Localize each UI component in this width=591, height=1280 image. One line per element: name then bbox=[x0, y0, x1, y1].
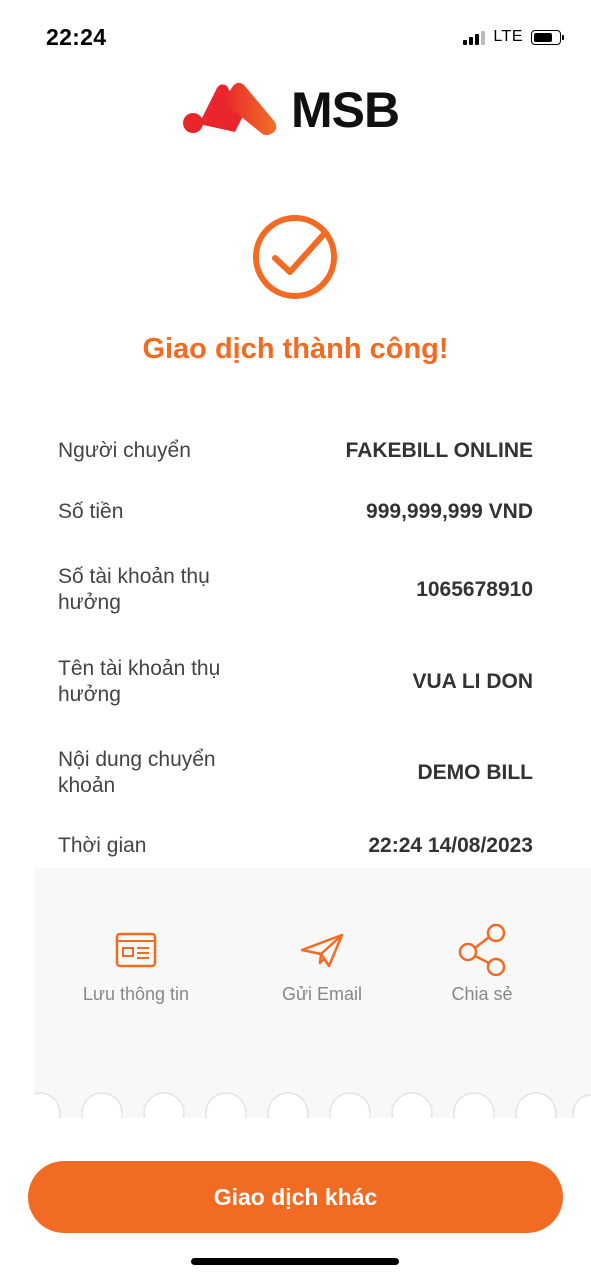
detail-row-beneficiary-name: Tên tài khoản thụ hưởng VUA LI DON bbox=[58, 656, 533, 708]
detail-value: 999,999,999 VND bbox=[366, 500, 533, 523]
msb-logo: MSB bbox=[183, 80, 400, 140]
share-button[interactable]: Chia sẻ bbox=[397, 923, 567, 1005]
signal-icon bbox=[463, 30, 486, 45]
network-label: LTE bbox=[493, 28, 523, 45]
detail-label: Nội dung chuyển khoản bbox=[58, 748, 216, 797]
id-card-icon bbox=[115, 932, 157, 968]
detail-row-beneficiary-account: Số tài khoản thụ hưởng 1065678910 bbox=[58, 564, 533, 616]
send-email-label: Gửi Email bbox=[281, 984, 363, 1004]
detail-row-time: Thời gian 22:24 14/08/2023 bbox=[58, 833, 533, 859]
share-icon bbox=[458, 923, 506, 977]
detail-value: 1065678910 bbox=[416, 578, 533, 601]
detail-label: Số tiền bbox=[58, 500, 124, 523]
detail-label: Thời gian bbox=[58, 834, 147, 857]
msb-logo-mark-icon bbox=[183, 82, 277, 136]
detail-value: FAKEBILL ONLINE bbox=[345, 439, 533, 462]
status-bar: 22:24 LTE bbox=[0, 0, 591, 72]
receipt-scallop-edge bbox=[34, 1092, 591, 1118]
save-info-button[interactable]: Lưu thông tin bbox=[51, 930, 221, 1005]
battery-icon bbox=[531, 29, 564, 45]
success-check-icon bbox=[253, 215, 337, 299]
detail-row-amount: Số tiền 999,999,999 VND bbox=[58, 499, 533, 525]
detail-row-content: Nội dung chuyển khoản DEMO BILL bbox=[58, 747, 533, 799]
detail-value: 22:24 14/08/2023 bbox=[368, 834, 533, 857]
success-title: Giao dịch thành công! bbox=[142, 333, 449, 365]
status-time: 22:24 bbox=[46, 24, 107, 50]
new-transaction-button[interactable]: Giao dịch khác bbox=[28, 1161, 563, 1233]
share-label: Chia sẻ bbox=[451, 984, 513, 1004]
paper-plane-icon bbox=[300, 933, 344, 968]
detail-value: DEMO BILL bbox=[417, 761, 534, 784]
detail-label: Số tài khoản thụ hưởng bbox=[58, 565, 210, 614]
detail-label: Người chuyển bbox=[58, 439, 191, 462]
detail-row-sender: Người chuyển FAKEBILL ONLINE bbox=[58, 438, 533, 464]
detail-label: Tên tài khoản thụ hưởng bbox=[58, 657, 221, 706]
home-indicator[interactable] bbox=[191, 1258, 399, 1265]
logo-text: MSB bbox=[291, 82, 400, 138]
send-email-button[interactable]: Gửi Email bbox=[237, 930, 407, 1005]
status-indicators: LTE bbox=[463, 28, 564, 46]
detail-value: VUA LI DON bbox=[412, 670, 533, 693]
save-info-label: Lưu thông tin bbox=[82, 984, 190, 1004]
